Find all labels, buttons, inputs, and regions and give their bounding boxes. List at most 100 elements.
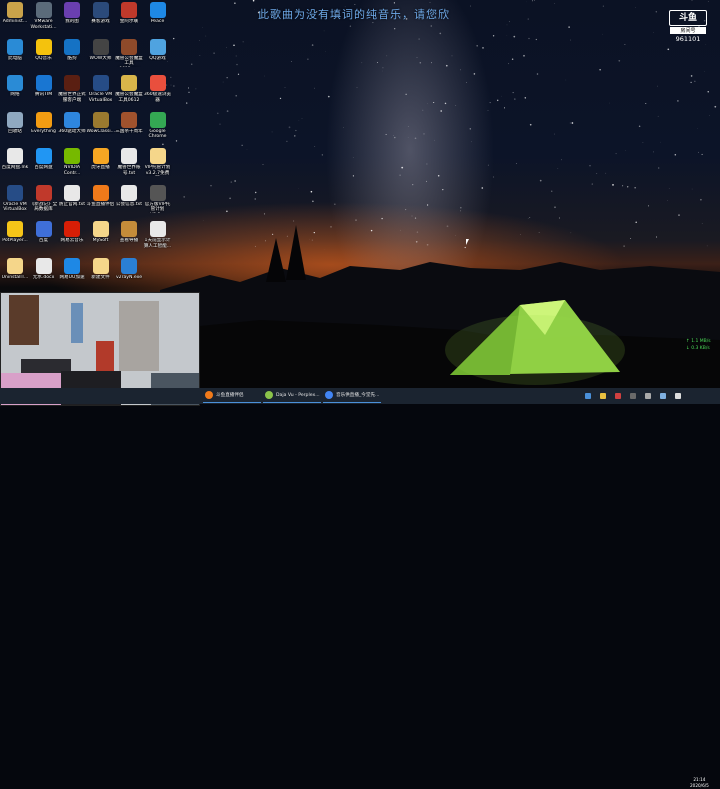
desktop-icon[interactable]: v2rayN.exe (115, 258, 143, 281)
desktop-icon[interactable]: 公会信息.txt (115, 185, 143, 208)
desktop-icon[interactable]: WOW大师 (87, 39, 115, 62)
desktop-icon[interactable]: 防止官网.txt (58, 185, 86, 208)
star (520, 235, 521, 236)
star (422, 110, 423, 111)
star (707, 246, 708, 247)
app-icon (7, 148, 23, 164)
app-icon (121, 221, 137, 237)
desktop-icon[interactable]: 百度网盘.lnk (1, 148, 29, 171)
desktop-icon[interactable]: 赛客游戏 (87, 2, 115, 25)
star (570, 40, 571, 41)
desktop-icon[interactable]: VMware Workstati... (30, 2, 58, 30)
desktop-icon[interactable]: 此电脑 (1, 39, 29, 62)
desktop-icon[interactable]: 《新战记》全 局数据库 (30, 185, 58, 213)
desktop-icon[interactable]: Oracle VM VirtualBox (1, 185, 29, 213)
star (596, 173, 597, 174)
star (302, 118, 303, 119)
taskbar-clock[interactable]: 21:14 2020/6/5 (690, 777, 709, 789)
desktop-icon[interactable]: 虎牙直播 (87, 148, 115, 171)
desktop-icon[interactable]: Administ... (1, 2, 29, 25)
desktop-icon[interactable]: 网易UU加速 (58, 258, 86, 281)
star (561, 159, 562, 160)
app-icon (93, 221, 109, 237)
star (698, 152, 699, 153)
tray-app-icon[interactable] (600, 393, 606, 399)
desktop-icon[interactable]: 官方版VIP托 管计划V3.2... (144, 185, 172, 213)
desktop-icon[interactable]: 360极速浏览器 (144, 75, 172, 103)
desktop-icon[interactable]: 魔兽公会魔盒 工具0612 (115, 75, 143, 103)
desktop-icon[interactable]: 百度网盘 (30, 148, 58, 171)
star (272, 234, 273, 235)
desktop-icon[interactable]: NVIDIA Contr... (58, 148, 86, 176)
desktop-icon[interactable]: Everything (30, 112, 58, 135)
star (202, 27, 203, 28)
tray-wifi-icon[interactable] (660, 393, 666, 399)
desktop-icon[interactable]: 360驱动大师 (58, 112, 86, 135)
desktop-icon[interactable]: 查看导播 (115, 221, 143, 244)
desktop-icon[interactable]: VIP托管计划 v3.2.7免费版 (144, 148, 172, 176)
desktop-icon[interactable]: 百度 (30, 221, 58, 244)
desktop-icon[interactable]: 我的图 (58, 2, 86, 25)
desktop-icon[interactable]: 魔兽世界正式 服客户端 (58, 75, 86, 103)
app-icon (64, 148, 80, 164)
star (708, 91, 709, 92)
desktop-icon[interactable]: 魔兽世界账号.txt (115, 148, 143, 176)
star (229, 197, 231, 199)
star (539, 232, 540, 233)
taskbar-task-button[interactable]: 斗鱼直播伴侣 (203, 390, 261, 403)
star (434, 140, 435, 141)
app-icon (121, 258, 137, 274)
taskbar-task-button[interactable]: 音乐供直播_今堂先... (323, 390, 381, 403)
desktop-icon[interactable]: 网络 (1, 75, 29, 98)
star (692, 0, 693, 1)
star (401, 167, 403, 169)
desktop-icon[interactable]: 金阿尔联 (115, 2, 143, 25)
desktop-icon[interactable]: 三国杀十周年 (115, 112, 143, 135)
desktop-icon[interactable]: MySoft (87, 221, 115, 244)
star (210, 185, 211, 186)
star (592, 183, 593, 184)
star (460, 211, 461, 212)
star (623, 245, 624, 246)
desktop-icon[interactable]: Peace (144, 2, 172, 25)
desktop-icon[interactable]: Google Chrome (144, 112, 172, 140)
desktop-icon[interactable]: 斗鱼直播伴侣 (87, 185, 115, 208)
star (509, 21, 510, 22)
desktop-icon[interactable]: 腾讯TIM (30, 75, 58, 98)
star (657, 86, 658, 87)
star (466, 82, 467, 83)
star (426, 163, 427, 164)
desktop-icon[interactable]: Oracle VM VirtualBox (87, 75, 115, 103)
tray-volume-icon[interactable] (645, 393, 651, 399)
star (559, 218, 560, 219)
desktop-icon[interactable]: 1天前显示计 算人工智能... (144, 221, 172, 249)
desktop-icon[interactable]: 酷狗 (58, 39, 86, 62)
desktop-icon[interactable]: QQ音乐 (30, 39, 58, 62)
tray-ime-icon[interactable] (675, 393, 681, 399)
desktop-icon[interactable]: 魔兽公会魔盒 工具0612.rar (115, 39, 143, 67)
tray-network-icon[interactable] (585, 393, 591, 399)
tray-app-icon[interactable] (630, 393, 636, 399)
star (186, 102, 187, 103)
desktop-icon[interactable]: UninstallT... (1, 258, 29, 281)
star (714, 106, 716, 108)
star (622, 185, 623, 186)
desktop-icon[interactable]: 新建文件 (87, 258, 115, 281)
star (525, 97, 526, 98)
task-label: Daja Vu - Perplex... (276, 393, 320, 398)
star (645, 103, 646, 104)
desktop-icon[interactable]: WowClassi... (87, 112, 115, 135)
desktop-icon[interactable]: 网易云音乐 (58, 221, 86, 244)
desktop-icon[interactable]: PotPlayer... (1, 221, 29, 244)
desktop-icon[interactable]: QQ游戏 (144, 39, 172, 62)
desktop-icon-label: 百度网盘 (30, 165, 58, 171)
taskbar-task-button[interactable]: Daja Vu - Perplex... (263, 390, 321, 403)
tray-app-icon[interactable] (615, 393, 621, 399)
star (445, 103, 447, 105)
app-icon (121, 2, 137, 18)
star (627, 186, 628, 187)
desktop-icon[interactable]: 回收站 (1, 112, 29, 135)
desktop-icon-label: VIP托管计划 v3.2.7免费版 (144, 165, 172, 176)
desktop-icon[interactable]: 无水.docx (30, 258, 58, 281)
app-icon (150, 221, 166, 237)
